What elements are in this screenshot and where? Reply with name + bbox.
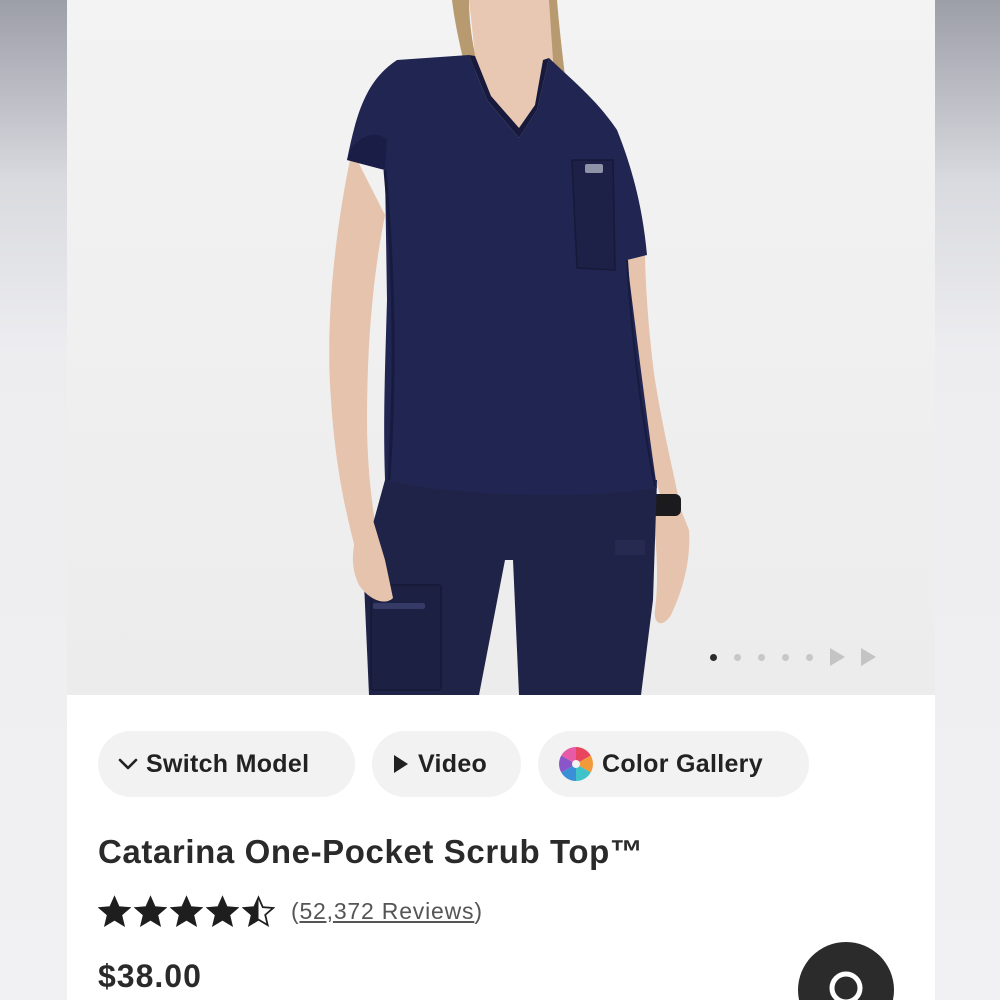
carousel-dot[interactable] [734,653,741,661]
switch-model-button[interactable]: Switch Model [98,731,355,797]
star-rating [98,895,275,927]
product-actions: Switch Model Video Color Gallery [98,731,809,797]
left-backdrop [0,0,67,1000]
star-icon [170,895,203,927]
chat-button[interactable] [798,942,894,1000]
color-gallery-label: Color Gallery [602,749,763,778]
carousel-dot[interactable] [806,653,813,661]
carousel-dot[interactable] [758,653,765,661]
color-gallery-button[interactable]: Color Gallery [538,731,809,797]
carousel-last-arrow-icon[interactable] [861,648,876,666]
carousel-dot[interactable] [710,653,717,661]
product-rating: (52,372 Reviews) [98,895,483,927]
carousel-indicator [710,647,892,667]
video-button[interactable]: Video [372,731,521,797]
reviews-count-label: 52,372 Reviews [299,897,475,924]
product-image-carousel[interactable] [67,0,935,695]
star-icon [98,895,131,927]
star-icon [206,895,239,927]
product-title: Catarina One-Pocket Scrub Top™ [98,833,644,870]
play-icon [392,754,410,774]
reviews-close-paren: ) [474,897,483,924]
chat-bubble-icon [826,968,866,1000]
switch-model-label: Switch Model [146,749,310,778]
product-price: $38.00 [98,958,202,994]
carousel-next-arrow-icon[interactable] [830,648,845,666]
carousel-dot[interactable] [782,653,789,661]
right-backdrop [935,0,1000,1000]
color-wheel-icon [558,746,594,782]
star-icon [242,895,275,927]
star-icon [134,895,167,927]
product-page: Switch Model Video Color Gallery Catarin… [67,0,935,1000]
reviews-link[interactable]: (52,372 Reviews) [291,898,483,925]
product-photo [329,0,690,695]
chevron-down-icon [118,757,138,771]
video-label: Video [418,749,488,778]
